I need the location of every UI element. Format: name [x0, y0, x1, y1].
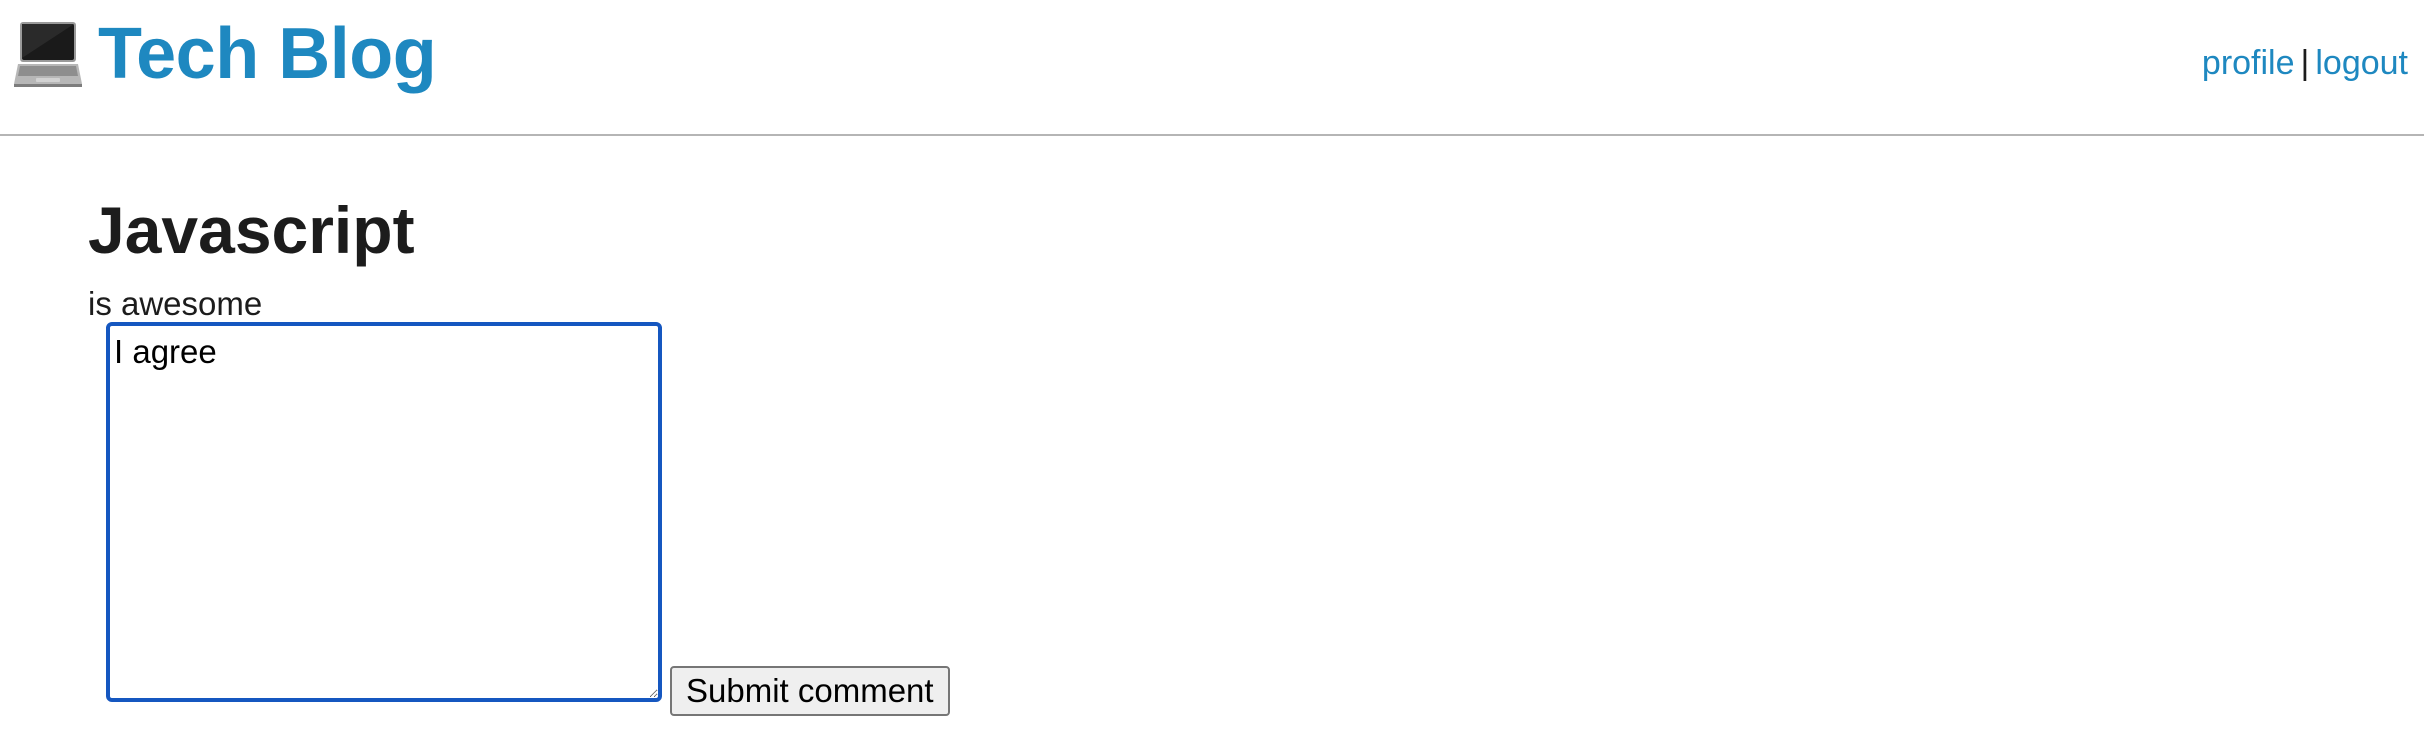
comment-textarea[interactable]: I agree	[106, 322, 662, 702]
nav-separator: |	[2300, 44, 2310, 82]
brand-home-link[interactable]: Tech Blog	[12, 14, 437, 94]
submit-comment-button[interactable]: Submit comment	[670, 666, 950, 716]
user-nav: profile | logout	[2202, 38, 2408, 88]
laptop-icon	[12, 18, 84, 90]
logout-link[interactable]: logout	[2315, 44, 2408, 82]
post-body: is awesome	[88, 285, 263, 322]
post-title: Javascript	[88, 193, 415, 267]
site-header: Tech Blog profile | logout	[0, 0, 2424, 136]
site-title: Tech Blog	[98, 14, 437, 94]
profile-link[interactable]: profile	[2202, 44, 2295, 82]
